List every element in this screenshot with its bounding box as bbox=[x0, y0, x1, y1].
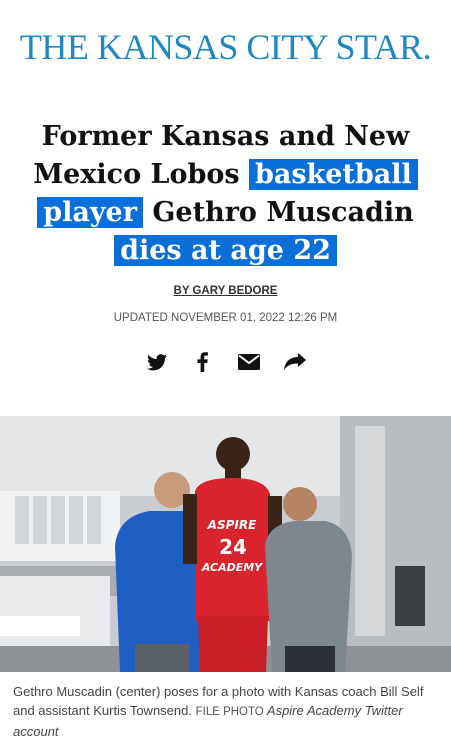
facebook-icon[interactable] bbox=[191, 350, 215, 374]
email-icon[interactable] bbox=[237, 350, 261, 374]
article-headline: Former Kansas and New Mexico Lobos baske… bbox=[20, 118, 431, 270]
article-photo[interactable]: ASPIRE 24 ACADEMY bbox=[0, 416, 451, 672]
photo-caption: Gethro Muscadin (center) poses for a pho… bbox=[13, 682, 438, 741]
jersey-text-bottom: ACADEMY bbox=[201, 561, 263, 574]
jersey-text-top: ASPIRE bbox=[207, 518, 257, 532]
jersey-number: 24 bbox=[219, 535, 247, 559]
headline-text-2: Gethro Muscadin bbox=[142, 197, 414, 228]
byline-link[interactable]: BY GARY BEDORE bbox=[0, 285, 451, 297]
caption-credit-label: FILE PHOTO bbox=[195, 706, 264, 718]
masthead-logo[interactable]: THE KANSAS CITY STAR. bbox=[0, 26, 451, 68]
updated-timestamp: UPDATED NOVEMBER 01, 2022 12:26 PM bbox=[113, 312, 338, 324]
share-bar bbox=[0, 350, 451, 374]
share-icon[interactable] bbox=[283, 350, 307, 374]
headline-highlight-3: dies at age 22 bbox=[114, 235, 337, 266]
twitter-icon[interactable] bbox=[145, 350, 169, 374]
headline-highlight-1: basketball bbox=[248, 159, 418, 190]
headline-highlight-2: player bbox=[37, 197, 143, 228]
